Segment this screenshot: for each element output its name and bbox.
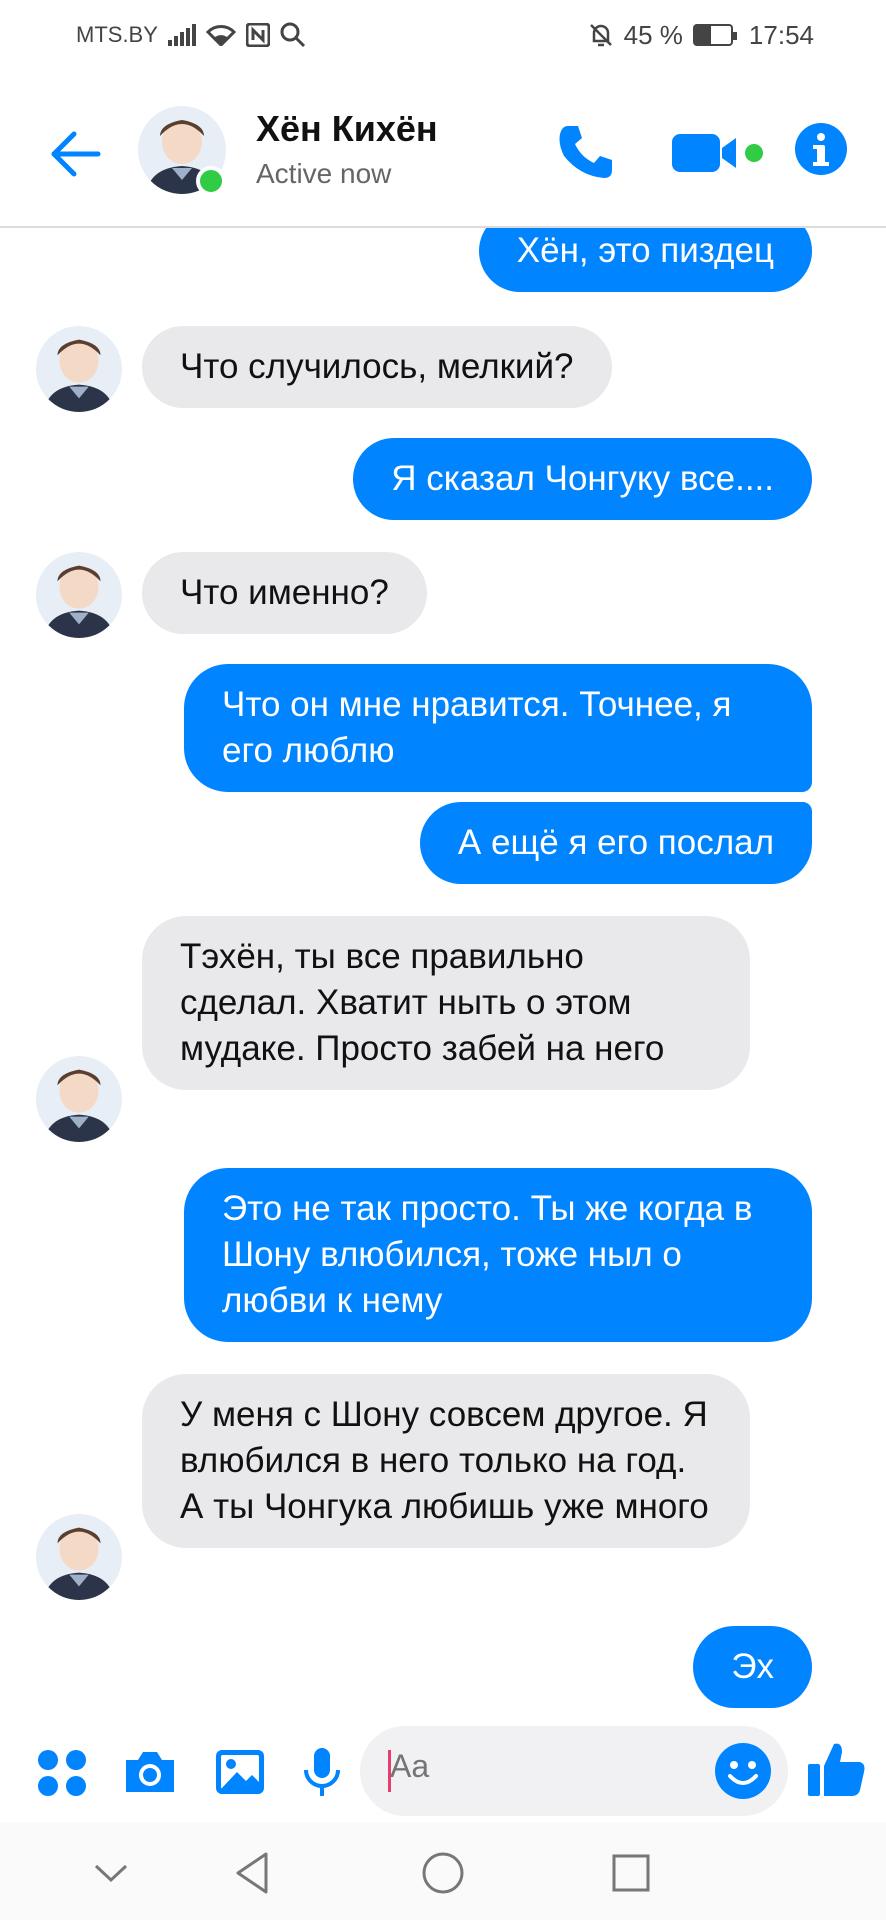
contact-avatar-small[interactable]: [36, 326, 122, 412]
signal-icon: [167, 24, 196, 46]
gallery-icon[interactable]: [210, 1742, 270, 1802]
conversation-header: Хён Кихён Active now: [0, 86, 886, 228]
wifi-icon: [205, 24, 236, 46]
status-bar: MTS.BY 45 % 17:54: [0, 0, 886, 70]
message-incoming[interactable]: Тэхён, ты все правильно сделал. Хватит н…: [142, 916, 750, 1090]
online-indicator: [196, 166, 226, 196]
home-icon[interactable]: [418, 1848, 468, 1898]
message-outgoing[interactable]: Это не так просто. Ты же когда в Шону вл…: [184, 1168, 812, 1342]
phone-call-icon[interactable]: [554, 120, 618, 184]
contact-name[interactable]: Хён Кихён: [256, 108, 438, 150]
mute-bell-icon: [588, 22, 614, 48]
contact-avatar-small[interactable]: [36, 552, 122, 638]
composer-bar: [0, 1722, 886, 1822]
message-incoming[interactable]: Что случилось, мелкий?: [142, 326, 612, 408]
message-outgoing[interactable]: Хён, это пиздец: [478, 228, 812, 292]
back-icon[interactable]: [228, 1848, 278, 1898]
apps-icon[interactable]: [32, 1742, 92, 1802]
back-arrow-icon[interactable]: [48, 126, 104, 182]
emoji-icon[interactable]: [714, 1742, 772, 1800]
message-input[interactable]: [390, 1748, 690, 1785]
message-input-field[interactable]: [360, 1726, 788, 1816]
message-thread[interactable]: Хён, это пиздец Что случилось, мелкий? Я…: [0, 228, 886, 1718]
camera-icon[interactable]: [120, 1742, 180, 1802]
system-nav-bar: [0, 1822, 886, 1920]
contact-status: Active now: [256, 158, 392, 189]
message-outgoing[interactable]: Я сказал Чонгуку все....: [353, 438, 812, 520]
battery-icon: [692, 24, 737, 46]
collapse-icon[interactable]: [86, 1848, 136, 1898]
message-outgoing[interactable]: Что он мне нравится. Точнее, я его люблю: [184, 664, 812, 792]
message-outgoing[interactable]: Эх: [693, 1626, 812, 1708]
video-call-icon[interactable]: [670, 128, 770, 178]
nfc-icon: [245, 23, 270, 47]
message-outgoing[interactable]: А ещё я его послал: [419, 802, 812, 884]
battery-percent: 45 %: [623, 19, 683, 50]
microphone-icon[interactable]: [292, 1742, 352, 1802]
carrier-label: MTS.BY: [76, 22, 158, 47]
search-icon: [280, 22, 306, 48]
thumbs-up-icon[interactable]: [804, 1736, 870, 1802]
info-icon[interactable]: [794, 122, 848, 176]
contact-avatar-small[interactable]: [36, 1056, 122, 1142]
contact-avatar-small[interactable]: [36, 1514, 122, 1600]
clock: 17:54: [748, 19, 814, 50]
message-incoming[interactable]: У меня с Шону совсем другое. Я влюбился …: [142, 1374, 750, 1548]
message-incoming[interactable]: Что именно?: [142, 552, 427, 634]
recents-icon[interactable]: [606, 1848, 656, 1898]
